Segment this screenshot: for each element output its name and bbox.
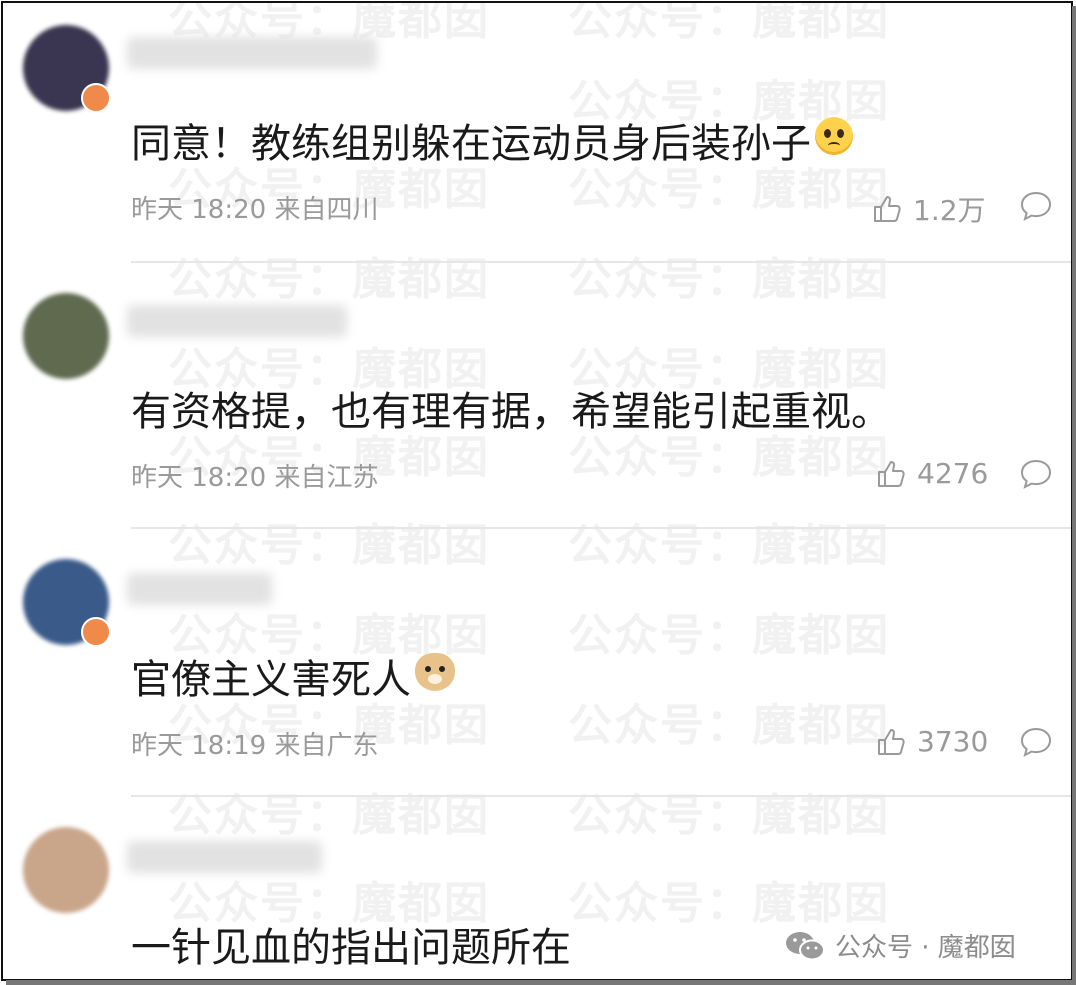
like-count: 4276 [917, 457, 989, 490]
watermark: 公众号：魔都囡 [568, 610, 890, 661]
comment-time: 昨天 18:19 [131, 731, 267, 761]
reply-bubble-icon[interactable] [1019, 457, 1053, 491]
like-count: 3730 [917, 725, 989, 758]
comment-text: 同意！教练组别躲在运动员身后装孙子 [131, 111, 853, 169]
username-blurred[interactable] [127, 573, 272, 605]
reply-bubble-icon[interactable] [1019, 189, 1053, 223]
verified-badge-icon [81, 617, 111, 647]
like-button[interactable]: 3730 [875, 725, 988, 758]
thumbs-up-icon [878, 460, 905, 487]
username-blurred[interactable] [127, 841, 322, 873]
watermark: 公众号：魔都囡 [568, 700, 890, 751]
comment-location: 来自广东 [274, 731, 379, 761]
divider [131, 261, 1071, 263]
thumbs-up-icon [878, 728, 905, 755]
watermark: 公众号：魔都囡 [568, 1, 890, 45]
watermark: 公众号：魔都囡 [168, 254, 490, 305]
comment-text: 有资格提，也有理有据，希望能引起重视。 [131, 379, 891, 437]
avatar[interactable] [23, 827, 109, 913]
avatar[interactable] [23, 293, 109, 379]
username-blurred[interactable] [127, 37, 377, 69]
thumbs-up-icon [874, 196, 901, 222]
comment-text-content: 有资格提，也有理有据，希望能引起重视。 [131, 389, 891, 435]
comment-screenshot-frame: 公众号：魔都囡 公众号：魔都囡 公众号：魔都囡 公众号：魔都囡 公众号：魔都囡 … [1, 1, 1073, 981]
verified-badge-icon [81, 83, 111, 113]
watermark: 公众号：魔都囡 [568, 254, 890, 305]
comment-text: 一针见血的指出问题所在 [131, 915, 571, 973]
like-button[interactable]: 4276 [875, 457, 988, 490]
like-count: 1.2万 [913, 194, 986, 227]
wechat-icon [786, 931, 825, 960]
comment-time: 昨天 18:20 [131, 195, 267, 225]
doge-icon [415, 653, 455, 691]
like-button[interactable]: 1.2万 [871, 189, 986, 229]
reply-bubble-icon[interactable] [1019, 725, 1053, 759]
watermark: 公众号：魔都囡 [168, 790, 490, 841]
comment-time: 昨天 18:20 [131, 463, 267, 493]
frame-shadow [1072, 6, 1076, 981]
divider [131, 795, 1071, 797]
comment-text-content: 官僚主义害死人 [131, 657, 411, 703]
comment-meta: 昨天 18:20 来自四川 [131, 189, 378, 226]
comment-meta: 昨天 18:20 来自江苏 [131, 457, 378, 494]
comment-location: 来自江苏 [274, 463, 379, 493]
watermark: 公众号：魔都囡 [568, 878, 890, 929]
comment-text: 官僚主义害死人 [131, 647, 455, 705]
footer-account: 公众号 · 魔都囡 [783, 927, 1016, 964]
comment-text-content: 同意！教练组别躲在运动员身后装孙子 [131, 121, 811, 167]
watermark: 公众号：魔都囡 [168, 520, 490, 571]
footer-label: 公众号 · 魔都囡 [835, 933, 1016, 963]
comment-text-content: 一针见血的指出问题所在 [131, 925, 571, 971]
pleading-face-icon [815, 117, 853, 155]
watermark: 公众号：魔都囡 [568, 790, 890, 841]
username-blurred[interactable] [127, 305, 347, 337]
divider [131, 527, 1071, 529]
comment-location: 来自四川 [274, 195, 379, 225]
watermark: 公众号：魔都囡 [568, 520, 890, 571]
comment-meta: 昨天 18:19 来自广东 [131, 725, 378, 762]
frame-shadow [6, 980, 1076, 985]
